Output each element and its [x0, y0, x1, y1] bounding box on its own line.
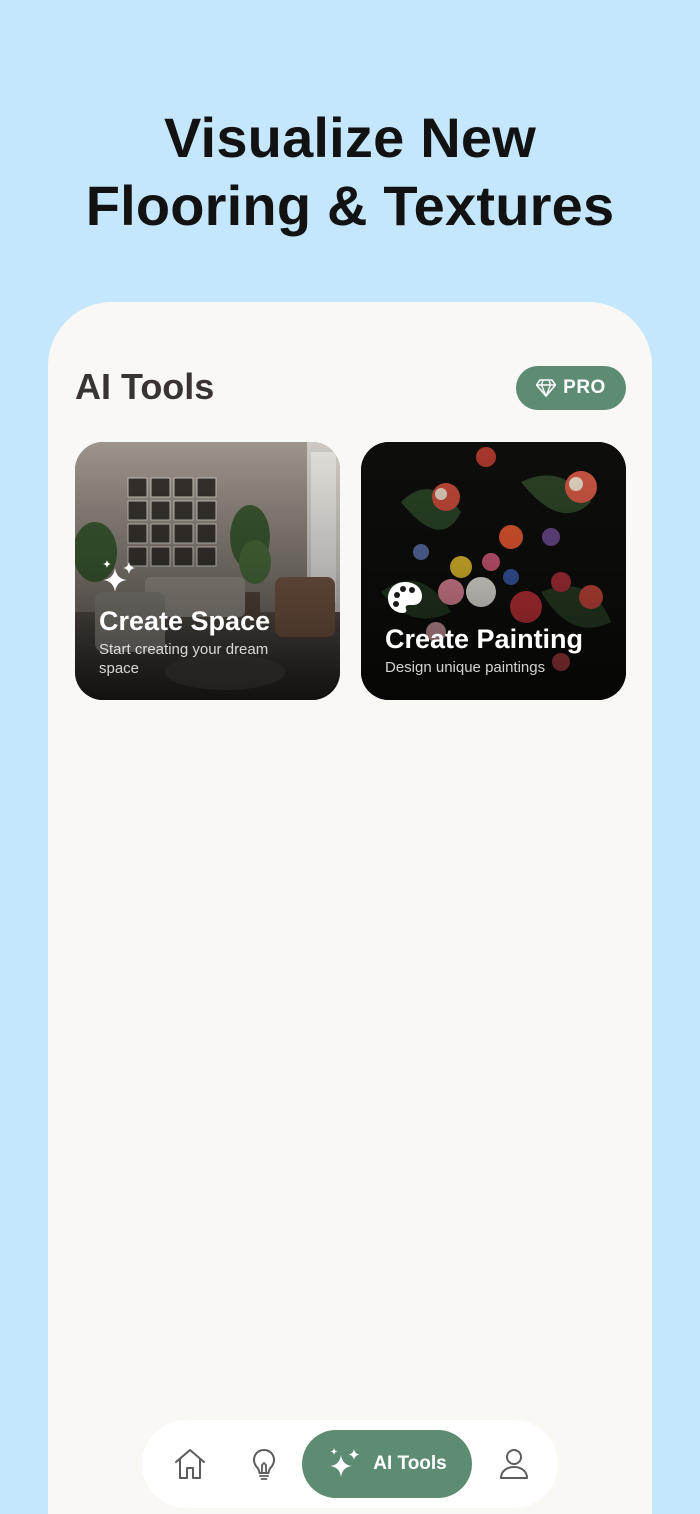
bottom-tab-bar: AI Tools — [142, 1420, 558, 1508]
home-icon — [175, 1449, 205, 1479]
page-title: AI Tools — [75, 366, 215, 407]
lightbulb-icon — [253, 1449, 275, 1480]
tab-home[interactable] — [170, 1420, 210, 1508]
card-title: Create Space — [99, 606, 271, 636]
card-subtitle: Start creating your dream space — [99, 641, 269, 677]
card-subtitle: Design unique paintings — [385, 659, 546, 676]
diamond-icon — [536, 379, 557, 397]
tab-profile[interactable] — [494, 1420, 534, 1508]
card-title: Create Painting — [385, 624, 584, 654]
app-screen: AI Tools PRO Create Space Start creating… — [48, 302, 652, 1514]
create-painting-card[interactable]: Create Painting Design unique paintings — [361, 442, 626, 700]
tab-ai-tools-label: AI Tools — [373, 1453, 447, 1474]
sparkles-icon — [103, 560, 135, 592]
tab-ideas[interactable] — [244, 1420, 284, 1508]
headline-line-2: Flooring & Textures — [85, 174, 615, 237]
create-space-card[interactable]: Create Space Start creating your dream s… — [75, 442, 340, 700]
pro-button[interactable]: PRO — [516, 366, 626, 410]
pro-label: PRO — [563, 377, 606, 398]
sparkles-icon — [330, 1448, 360, 1477]
marketing-headline: Visualize New Flooring & Textures — [0, 104, 700, 240]
palette-icon — [388, 582, 422, 613]
profile-icon — [500, 1449, 528, 1479]
headline-line-1: Visualize New — [164, 106, 536, 169]
tab-ai-tools[interactable]: AI Tools — [302, 1430, 472, 1498]
